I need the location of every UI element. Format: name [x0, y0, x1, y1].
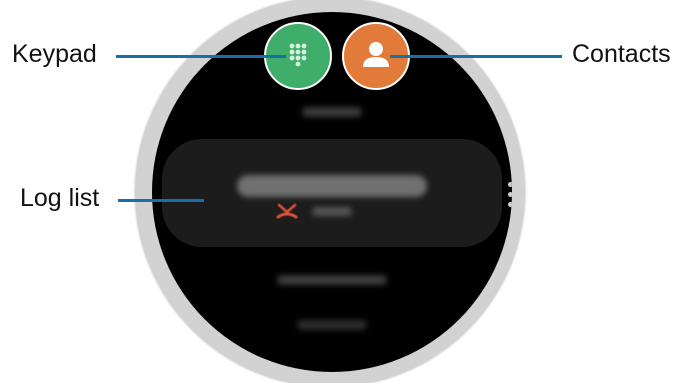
watch-screen — [152, 12, 512, 372]
screen-title-blurred — [302, 107, 362, 117]
date-row-blurred — [277, 275, 387, 285]
more-options-icon[interactable] — [508, 182, 512, 208]
callout-keypad-label: Keypad — [12, 40, 97, 68]
callout-keypad-line — [116, 55, 286, 58]
callout-contacts-line — [390, 55, 562, 58]
more-dot — [508, 202, 512, 207]
missed-call-icon — [276, 203, 298, 219]
callout-log-list-line — [118, 199, 204, 202]
log-list-item[interactable] — [162, 139, 502, 247]
caller-name-blurred — [237, 175, 427, 197]
callout-contacts-label: Contacts — [572, 40, 671, 68]
callout-log-list-label: Log list — [20, 184, 100, 212]
call-time-blurred — [312, 207, 352, 216]
more-dot — [508, 182, 512, 187]
next-row-blurred — [297, 320, 367, 330]
more-dot — [508, 192, 512, 197]
stage: Keypad Contacts Log list — [0, 0, 680, 383]
